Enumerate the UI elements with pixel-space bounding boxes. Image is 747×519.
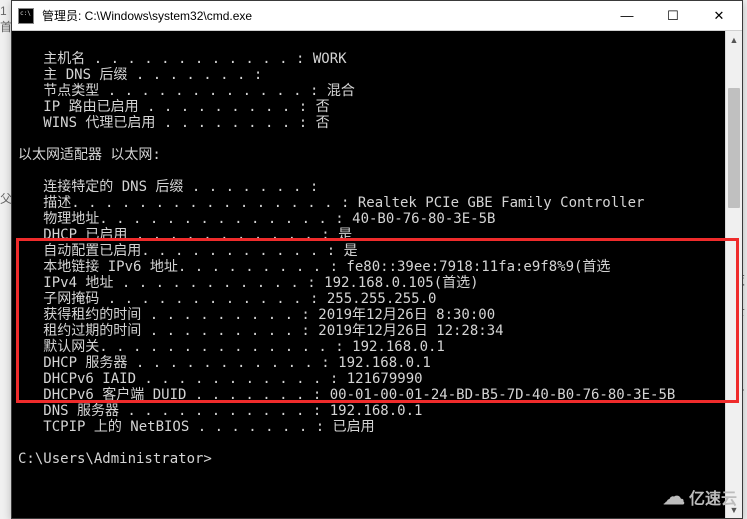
console-line bbox=[18, 35, 719, 51]
maximize-button[interactable]: ☐ bbox=[650, 1, 696, 30]
console-area: 主机名 . . . . . . . . . . . . : WORK 主 DNS… bbox=[12, 31, 742, 518]
console-output[interactable]: 主机名 . . . . . . . . . . . . : WORK 主 DNS… bbox=[12, 31, 725, 518]
console-line: 自动配置已启用. . . . . . . . . . . : 是 bbox=[18, 243, 719, 259]
console-line: 主 DNS 后缀 . . . . . . . : bbox=[18, 67, 719, 83]
scroll-down-button[interactable]: ▼ bbox=[726, 501, 742, 518]
console-line: IPv4 地址 . . . . . . . . . . . : 192.168.… bbox=[18, 275, 719, 291]
console-line: DHCP 已启用 . . . . . . . . . . . : 是 bbox=[18, 227, 719, 243]
console-line: DNS 服务器 . . . . . . . . . . . : 192.168.… bbox=[18, 403, 719, 419]
console-line bbox=[18, 163, 719, 179]
window-title: 管理员: C:\Windows\system32\cmd.exe bbox=[40, 7, 604, 24]
console-line: DHCPv6 客户端 DUID . . . . . . . : 00-01-00… bbox=[18, 387, 719, 403]
scrollbar-thumb[interactable] bbox=[728, 88, 740, 208]
console-line: IP 路由已启用 . . . . . . . . . : 否 bbox=[18, 99, 719, 115]
cmd-window: 管理员: C:\Windows\system32\cmd.exe — ☐ ✕ 主… bbox=[11, 0, 743, 519]
console-line: 主机名 . . . . . . . . . . . . : WORK bbox=[18, 51, 719, 67]
console-line: 以太网适配器 以太网: bbox=[18, 147, 719, 163]
console-line: 节点类型 . . . . . . . . . . . . : 混合 bbox=[18, 83, 719, 99]
scrollbar-track[interactable] bbox=[726, 48, 742, 501]
scrollbar[interactable]: ▲ ▼ bbox=[725, 31, 742, 518]
close-button[interactable]: ✕ bbox=[696, 1, 742, 30]
console-line: 租约过期的时间 . . . . . . . . . : 2019年12月26日 … bbox=[18, 323, 719, 339]
console-line: 本地链接 IPv6 地址. . . . . . . . . : fe80::39… bbox=[18, 259, 719, 275]
window-controls: — ☐ ✕ bbox=[604, 1, 742, 30]
scroll-up-button[interactable]: ▲ bbox=[726, 31, 742, 48]
console-line: C:\Users\Administrator> bbox=[18, 451, 719, 467]
console-line: 获得租约的时间 . . . . . . . . . : 2019年12月26日 … bbox=[18, 307, 719, 323]
titlebar[interactable]: 管理员: C:\Windows\system32\cmd.exe — ☐ ✕ bbox=[12, 1, 742, 31]
console-line: 默认网关. . . . . . . . . . . . . . : 192.16… bbox=[18, 339, 719, 355]
cmd-icon bbox=[18, 8, 34, 24]
console-line: DHCP 服务器 . . . . . . . . . . . : 192.168… bbox=[18, 355, 719, 371]
console-line bbox=[18, 435, 719, 451]
minimize-button[interactable]: — bbox=[604, 1, 650, 30]
console-line: 物理地址. . . . . . . . . . . . . . : 40-B0-… bbox=[18, 211, 719, 227]
console-line: 连接特定的 DNS 后缀 . . . . . . . : bbox=[18, 179, 719, 195]
console-line: DHCPv6 IAID . . . . . . . . . . . : 1216… bbox=[18, 371, 719, 387]
console-line bbox=[18, 131, 719, 147]
console-line: WINS 代理已启用 . . . . . . . . : 否 bbox=[18, 115, 719, 131]
console-line: TCPIP 上的 NetBIOS . . . . . . . : 已启用 bbox=[18, 419, 719, 435]
console-line: 子网掩码 . . . . . . . . . . . . : 255.255.2… bbox=[18, 291, 719, 307]
cursor bbox=[212, 453, 220, 467]
console-line: 描述. . . . . . . . . . . . . . . . : Real… bbox=[18, 195, 719, 211]
